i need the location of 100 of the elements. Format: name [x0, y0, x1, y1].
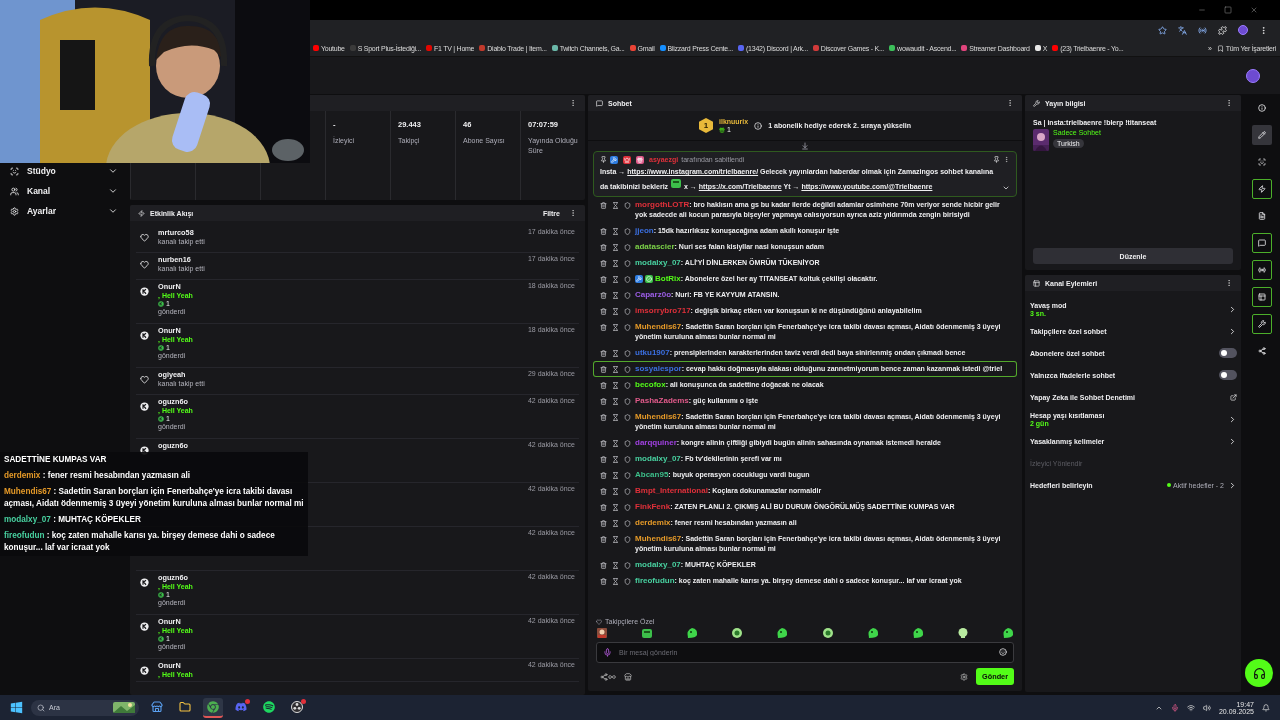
emote-icon[interactable]: [866, 627, 879, 639]
store-button[interactable]: [624, 672, 632, 681]
toggle-switch[interactable]: [1219, 370, 1237, 380]
username[interactable]: adatascier: [635, 242, 675, 251]
events-button[interactable]: [1252, 179, 1272, 199]
sidebar-item[interactable]: Kanal: [8, 181, 120, 201]
bookmark-star-icon[interactable]: [1158, 25, 1167, 35]
edit-button[interactable]: [1252, 125, 1272, 145]
hourglass-icon[interactable]: [612, 397, 619, 405]
trash-icon[interactable]: [600, 535, 607, 543]
more-button[interactable]: [569, 209, 577, 217]
hourglass-icon[interactable]: [612, 487, 619, 495]
emote-icon[interactable]: [596, 627, 608, 639]
trash-icon[interactable]: [600, 291, 607, 299]
trash-icon[interactable]: [600, 349, 607, 357]
hourglass-icon[interactable]: [612, 471, 619, 479]
sidebar-item[interactable]: Stüdyo: [8, 161, 120, 181]
notification-icon[interactable]: [1262, 703, 1270, 712]
trash-icon[interactable]: [600, 243, 607, 251]
settings-button[interactable]: [960, 672, 969, 681]
hourglass-icon[interactable]: [612, 503, 619, 511]
emote-icon[interactable]: [776, 627, 789, 639]
shield-icon[interactable]: [624, 365, 631, 373]
username[interactable]: becofox: [635, 380, 666, 389]
trash-icon[interactable]: [600, 259, 607, 267]
expand-icon[interactable]: [1002, 184, 1010, 192]
username[interactable]: fireofudun: [635, 576, 675, 585]
more-button[interactable]: [1006, 99, 1014, 107]
hourglass-icon[interactable]: [612, 577, 619, 585]
trash-icon[interactable]: [600, 577, 607, 585]
trash-icon[interactable]: [600, 413, 607, 421]
username[interactable]: utku1907: [635, 348, 670, 357]
trash-icon[interactable]: [600, 561, 607, 569]
shield-icon[interactable]: [624, 275, 631, 283]
profile-avatar[interactable]: [1238, 25, 1248, 35]
shield-icon[interactable]: [624, 503, 631, 511]
chevron-icon[interactable]: [1228, 480, 1237, 490]
unpin-icon[interactable]: [993, 156, 1000, 163]
username[interactable]: imsorrybro717: [635, 306, 691, 315]
emote-icon[interactable]: [821, 627, 834, 639]
shield-icon[interactable]: [624, 413, 631, 421]
trash-icon[interactable]: [600, 365, 607, 373]
chevron-icon[interactable]: [1228, 436, 1237, 446]
shield-icon[interactable]: [624, 349, 631, 357]
more-button[interactable]: [1225, 99, 1233, 107]
volume-icon[interactable]: [1202, 703, 1211, 712]
username[interactable]: jjeon: [635, 226, 654, 235]
hourglass-icon[interactable]: [612, 365, 619, 373]
trash-icon[interactable]: [600, 227, 607, 235]
username[interactable]: BotRix: [655, 274, 681, 283]
shield-icon[interactable]: [624, 519, 631, 527]
trash-icon[interactable]: [600, 323, 607, 331]
signal-icon[interactable]: [1198, 25, 1207, 35]
sidebar-item[interactable]: Ayarlar: [8, 201, 120, 221]
hourglass-icon[interactable]: [612, 519, 619, 527]
network-icon[interactable]: [1186, 703, 1195, 712]
hourglass-icon[interactable]: [612, 535, 619, 543]
shield-icon[interactable]: [624, 535, 631, 543]
trash-icon[interactable]: [600, 471, 607, 479]
shield-icon[interactable]: [624, 439, 631, 447]
user-avatar[interactable]: [1246, 68, 1260, 83]
hourglass-icon[interactable]: [612, 291, 619, 299]
start-icon[interactable]: [10, 701, 23, 714]
username[interactable]: Caparz0o: [635, 290, 671, 299]
translate-icon[interactable]: [1178, 25, 1187, 35]
shield-icon[interactable]: [624, 397, 631, 405]
hourglass-icon[interactable]: [612, 201, 619, 209]
chevron-icon[interactable]: [1228, 304, 1237, 314]
shield-icon[interactable]: [624, 455, 631, 463]
tools-button[interactable]: [1252, 314, 1272, 334]
shield-icon[interactable]: [624, 577, 631, 585]
hourglass-icon[interactable]: [612, 275, 619, 283]
more-button[interactable]: [1225, 279, 1233, 287]
trash-icon[interactable]: [600, 381, 607, 389]
microphone-icon[interactable]: [603, 648, 612, 657]
hourglass-icon[interactable]: [612, 307, 619, 315]
shield-icon[interactable]: [624, 201, 631, 209]
microphone-icon[interactable]: [1170, 703, 1179, 712]
extensions-icon[interactable]: [1218, 25, 1227, 35]
shield-icon[interactable]: [624, 471, 631, 479]
share-button[interactable]: [600, 672, 616, 681]
shield-icon[interactable]: [624, 561, 631, 569]
hourglass-icon[interactable]: [612, 323, 619, 331]
chat-button[interactable]: [1252, 233, 1272, 253]
emoji-icon[interactable]: [999, 648, 1007, 656]
shield-icon[interactable]: [624, 381, 631, 389]
chevron-icon[interactable]: [1228, 326, 1237, 336]
chevron-icon[interactable]: [1228, 414, 1237, 424]
trash-icon[interactable]: [600, 503, 607, 511]
hourglass-icon[interactable]: [612, 413, 619, 421]
trash-icon[interactable]: [600, 455, 607, 463]
shield-icon[interactable]: [624, 323, 631, 331]
shield-icon[interactable]: [624, 487, 631, 495]
trash-icon[interactable]: [600, 397, 607, 405]
trash-icon[interactable]: [600, 487, 607, 495]
hourglass-icon[interactable]: [612, 455, 619, 463]
trash-icon[interactable]: [600, 307, 607, 315]
trash-icon[interactable]: [600, 275, 607, 283]
layout-button[interactable]: [1252, 287, 1272, 307]
hourglass-icon[interactable]: [612, 381, 619, 389]
